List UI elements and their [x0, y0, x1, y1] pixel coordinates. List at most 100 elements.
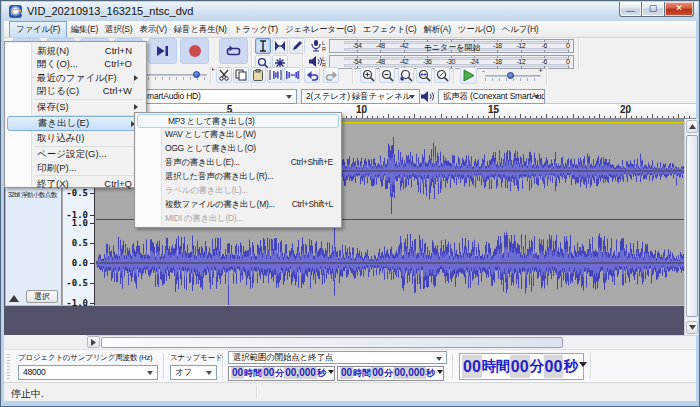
dropdown-arrow-icon: [437, 370, 443, 377]
menu-item[interactable]: WAV として書き出し(W): [135, 128, 341, 142]
slider-thumb[interactable]: [193, 71, 200, 78]
recording-meter[interactable]: -54-48-42-18-12-60モニターを開始: [329, 39, 574, 53]
meter-scale-label: -54: [353, 42, 362, 49]
horizontal-scroll-thumb[interactable]: [101, 337, 563, 348]
menubar-item-9[interactable]: 解析(A): [420, 21, 454, 37]
menu-item[interactable]: ラベルの書き出し(L)...: [135, 184, 341, 198]
menubar-item-5[interactable]: 録音と再生(N): [170, 21, 230, 37]
menubar-item-4[interactable]: 表示(V): [136, 21, 170, 37]
time-unit-label: 分: [384, 367, 393, 379]
window-title: VID_20210913_163215_ntsc_dvd: [27, 5, 193, 17]
menubar-item-6[interactable]: トラック(T): [230, 21, 281, 37]
cut-button[interactable]: [216, 67, 232, 83]
horizontal-scrollbar[interactable]: [4, 335, 696, 349]
playback-device-combo[interactable]: 拡声器 (Conexant SmartAudio HD): [438, 89, 545, 104]
meter-scale-label: 0: [566, 42, 569, 49]
envelope-tool-button[interactable]: [272, 38, 288, 54]
menubar-item-8[interactable]: エフェクト(C): [359, 21, 420, 37]
track-select-button[interactable]: 選択: [26, 290, 58, 303]
menubar-item-10[interactable]: ツール(O): [454, 21, 498, 37]
menu-item[interactable]: 閉じる(C)Ctrl+W: [5, 84, 146, 97]
meter-scale-label: -6: [542, 58, 547, 65]
time-digits: 00: [340, 367, 353, 379]
meter-scale-label: -18: [493, 42, 502, 49]
menu-item[interactable]: MIDI の書き出し(D)...: [135, 212, 341, 226]
selection-start-field[interactable]: 00時間00分00,000秒: [228, 366, 335, 381]
menu-item[interactable]: 印刷(P)...: [5, 161, 146, 174]
menu-item[interactable]: ページ設定(G)...: [5, 147, 146, 160]
skip-to-end-button[interactable]: [148, 38, 177, 64]
scroll-down-arrow[interactable]: [686, 321, 698, 334]
undo-button[interactable]: [304, 67, 320, 83]
menu-item[interactable]: 開く(O)...Ctrl+O: [5, 57, 146, 70]
menu-item[interactable]: 取り込み(I): [5, 131, 146, 144]
loop-button[interactable]: [219, 38, 248, 64]
menu-item[interactable]: 保存(S): [5, 100, 146, 113]
track-format-label: 32bit 浮動小数点数: [8, 191, 61, 200]
zoom-in-button[interactable]: [360, 67, 376, 83]
combo-value: 選択範囲の開始点と終了点: [233, 352, 333, 362]
maximize-button[interactable]: ▢: [641, 2, 665, 17]
combo-value: オフ: [175, 367, 192, 377]
vertical-scroll-thumb[interactable]: [686, 135, 698, 317]
zoom-out-button[interactable]: [379, 67, 395, 83]
selection-toolbar: プロジェクトのサンプリング周波数 (Hz) 48000 スナップモード オフ 選…: [4, 349, 696, 382]
monitor-start-label[interactable]: モニターを開始: [424, 42, 481, 53]
play-at-speed-button[interactable]: [460, 67, 477, 84]
copy-button[interactable]: [233, 67, 249, 83]
menu-item[interactable]: 書き出し(E): [7, 116, 144, 131]
selection-range-combo[interactable]: 選択範囲の開始点と終了点: [228, 351, 447, 364]
play-meter-lr-labels: LR: [322, 56, 326, 68]
menu-item[interactable]: 新規(N)Ctrl+N: [5, 44, 146, 57]
scroll-right-arrow[interactable]: [87, 336, 100, 348]
paste-button[interactable]: [250, 67, 266, 83]
dropdown-arrow-icon: [328, 370, 334, 377]
redo-button[interactable]: [323, 67, 339, 83]
menu-item[interactable]: MP3 として書き出し(3): [137, 114, 339, 128]
zoom-selection-button[interactable]: [398, 67, 414, 83]
close-button[interactable]: ✕: [664, 2, 694, 17]
combo-value: 2(ステレオ) 録音チャンネル: [306, 91, 411, 101]
menubar-item-1[interactable]: ファイル(F): [9, 21, 67, 37]
selection-end-field[interactable]: 00時間00分00,000秒: [337, 366, 444, 381]
menu-item[interactable]: OGG として書き出し(O): [135, 142, 341, 156]
menubar-item-3[interactable]: 選択(S): [102, 21, 136, 37]
menu-item[interactable]: 選択した音声の書き出し(R)...: [135, 170, 341, 184]
meter-scale-label: -30: [446, 58, 455, 65]
play-speed-slider[interactable]: -+: [485, 67, 541, 85]
silence-audio-button[interactable]: [284, 67, 300, 83]
menu-item[interactable]: 複数ファイルの書き出し(M)...Ctrl+Shift+L: [135, 198, 341, 212]
meter-scale-label: -12: [516, 42, 525, 49]
menu-item[interactable]: 終了(X)Ctrl+Q: [5, 177, 146, 190]
slider-thumb[interactable]: [507, 72, 514, 79]
record-button[interactable]: [180, 38, 209, 64]
menubar-item-7[interactable]: ジェネレーター(G): [281, 21, 359, 37]
titlebar[interactable]: VID_20210913_163215_ntsc_dvd — ▢ ✕: [2, 2, 698, 21]
trim-audio-button[interactable]: [267, 67, 283, 83]
menubar-item-2[interactable]: 編集(E): [67, 21, 101, 37]
audacity-logo-icon: [9, 5, 22, 18]
menubar-item-11[interactable]: ヘルプ(H): [498, 21, 542, 37]
zoom-toggle-button[interactable]: [434, 67, 450, 83]
time-digits: 00,000: [393, 367, 426, 379]
meter-scale-label: -42: [399, 58, 408, 65]
time-unit-label: 秒: [317, 367, 326, 379]
menu-item[interactable]: 音声の書き出し(E)...Ctrl+Shift+E: [135, 156, 341, 170]
sample-rate-combo[interactable]: 48000: [18, 365, 158, 380]
track-collapse-button[interactable]: [9, 290, 19, 302]
selection-tool-button[interactable]: [255, 38, 271, 54]
time-unit-label: 時間: [482, 355, 510, 378]
minimize-button[interactable]: —: [619, 2, 642, 17]
scroll-up-arrow[interactable]: [686, 120, 698, 133]
vertical-scrollbar[interactable]: [684, 119, 698, 335]
snap-mode-combo[interactable]: オフ: [170, 365, 217, 380]
audio-position-display[interactable]: 00時間00分00秒: [459, 353, 584, 380]
fit-project-button[interactable]: [416, 67, 432, 83]
sample-rate-label: プロジェクトのサンプリング周波数 (Hz): [18, 353, 152, 363]
time-digits: 00: [510, 355, 530, 378]
playback-volume-slider[interactable]: +: [141, 66, 207, 84]
recording-channels-combo[interactable]: 2(ステレオ) 録音チャンネル: [301, 89, 420, 104]
menu-item[interactable]: 最近のファイル(F): [5, 71, 146, 84]
snap-mode-label: スナップモード: [170, 353, 222, 363]
time-unit-label: 分: [275, 367, 284, 379]
